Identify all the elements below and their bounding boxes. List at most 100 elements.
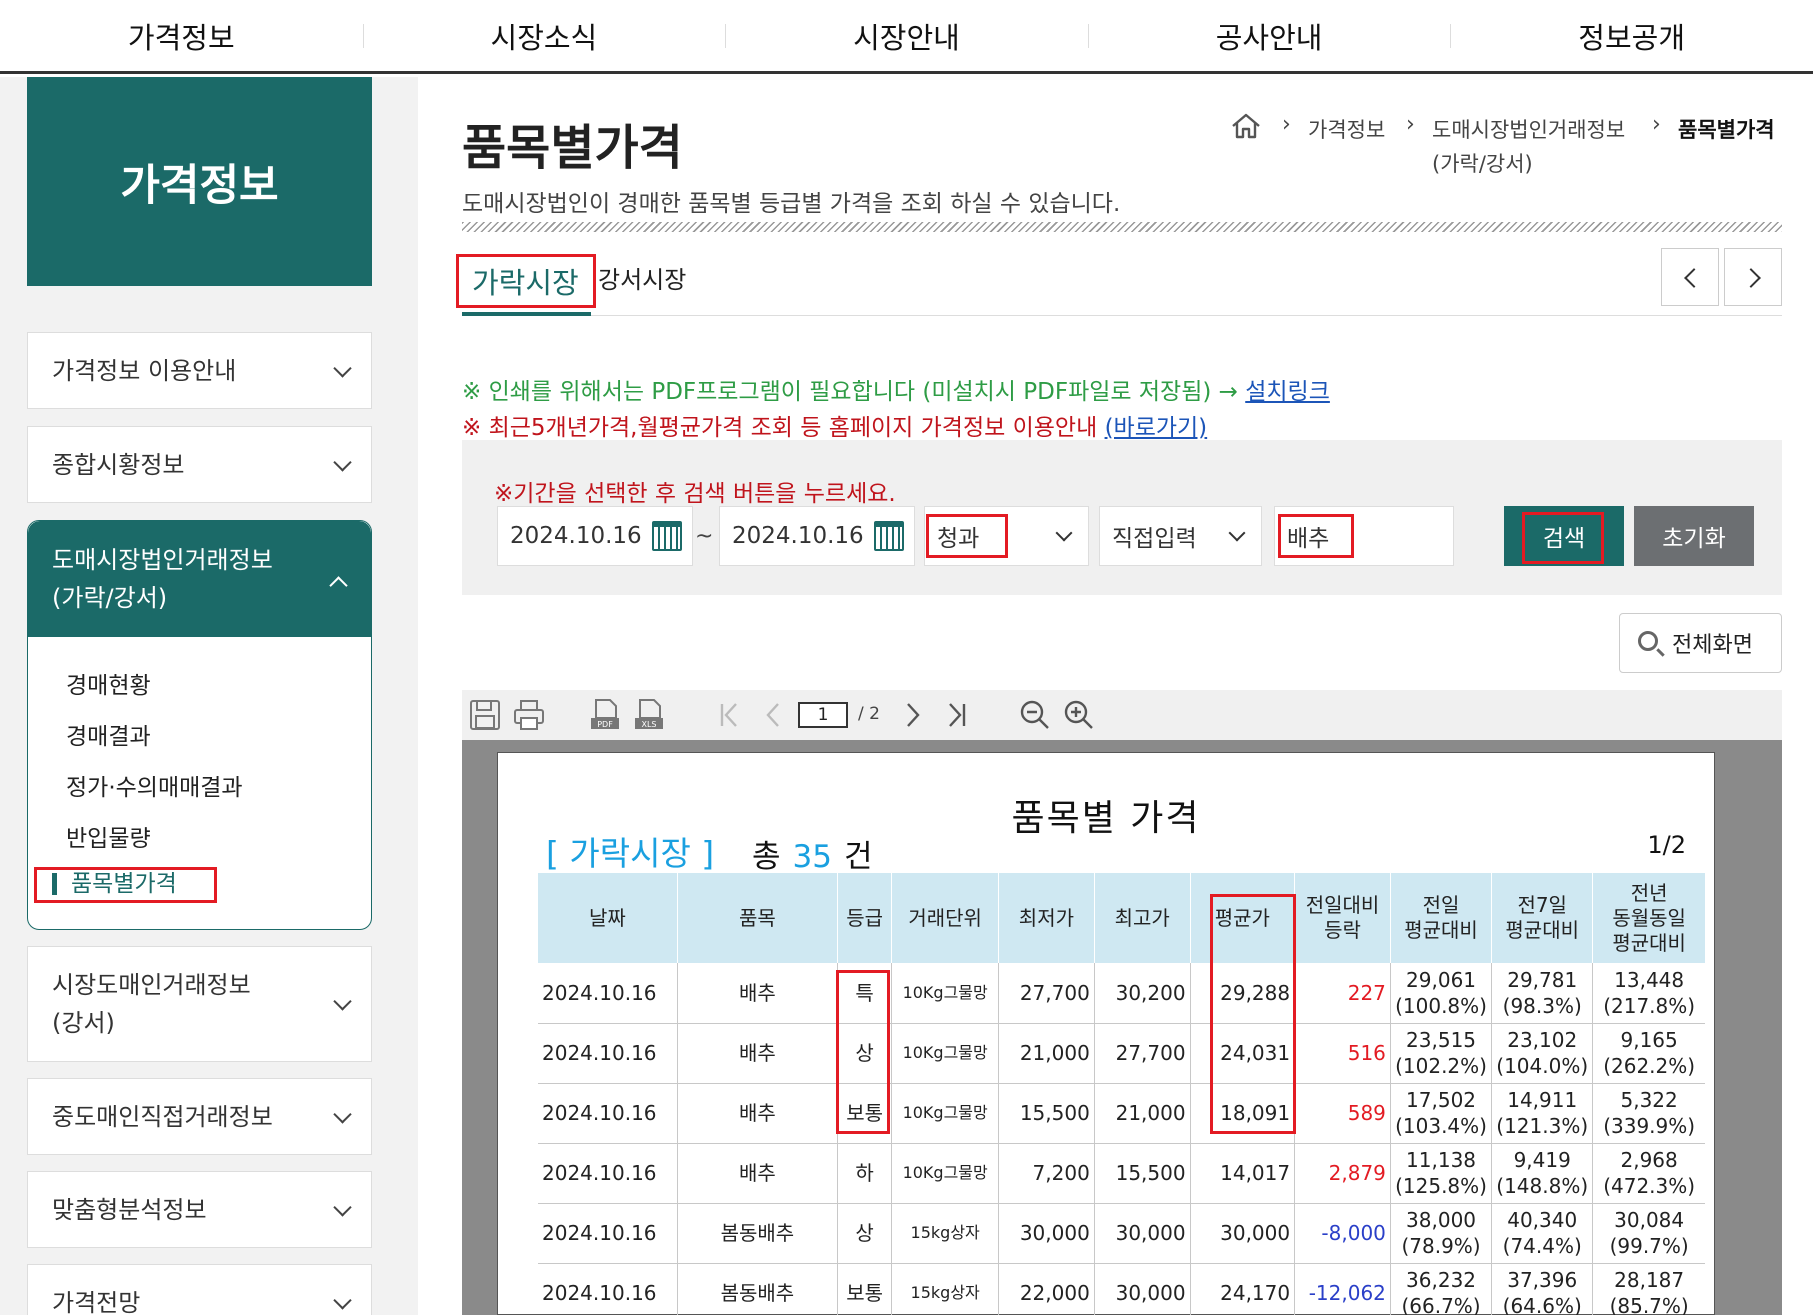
- cell-prev7-value: 14,911: [1507, 1088, 1578, 1112]
- item-input[interactable]: 배추: [1274, 506, 1454, 566]
- table-row: 2024.10.16 봄동배추 보통 15kg상자 22,000 30,000 24,170…: [538, 1263, 1705, 1315]
- sidebar-section-wholesale-corp: 도매시장법인거래정보 (가락/강서) 경매현황 경매결과 정가·수의매매결과 반입…: [27, 520, 372, 930]
- cell-prev-year: 5,322 (339.9%): [1592, 1083, 1705, 1144]
- save-icon[interactable]: [468, 698, 502, 732]
- sidebar-item-price-forecast[interactable]: 가격전망: [27, 1264, 372, 1315]
- cell-prev-year: 13,448 (217.8%): [1592, 963, 1705, 1024]
- topnav-item-market-guide[interactable]: 시장안내: [725, 0, 1088, 71]
- sidebar-item-label: 가격전망: [52, 1288, 141, 1315]
- cell-prev-day-value: 29,061: [1406, 967, 1477, 992]
- topnav-item-market-news[interactable]: 시장소식: [362, 0, 726, 71]
- sidebar-section-header[interactable]: 도매시장법인거래정보 (가락/강서): [28, 521, 371, 637]
- cell-prev7: 37,396 (64.6%): [1491, 1263, 1594, 1315]
- report-page: 품목별 가격 [ 가락시장 ] 총 35 건 1/2 날짜 품목 등급 거래단위 최저가 최고…: [497, 752, 1715, 1315]
- cell-prev7-value: 40,340: [1507, 1208, 1578, 1232]
- cell-prev-year-percent: (99.7%): [1609, 1234, 1689, 1258]
- cell-prev7-percent: (64.6%): [1502, 1294, 1582, 1315]
- xls-export-icon[interactable]: XLS: [632, 698, 666, 732]
- breadcrumb-item[interactable]: 가격정보: [1308, 114, 1385, 144]
- pdf-export-icon[interactable]: PDF: [588, 698, 622, 732]
- sidebar-item-usage-guide[interactable]: 가격정보 이용안내: [27, 332, 372, 409]
- cell-prev-day: 11,138 (125.8%): [1390, 1143, 1493, 1204]
- fullscreen-label: 전체화면: [1672, 633, 1753, 658]
- topnav-item-price-info[interactable]: 가격정보: [0, 0, 363, 71]
- cell-prev-year-percent: (85.7%): [1609, 1294, 1689, 1315]
- fullscreen-button[interactable]: 전체화면: [1619, 613, 1782, 673]
- sidebar-item-intermediate-direct[interactable]: 중도매인직접거래정보: [27, 1078, 372, 1155]
- cell-prev-day-value: 17,502: [1406, 1088, 1477, 1112]
- category-select[interactable]: 청과: [924, 506, 1089, 566]
- prev-page-icon[interactable]: [756, 698, 790, 732]
- cell-unit: 15kg상자: [891, 1263, 999, 1315]
- cell-prev-year-percent: (262.2%): [1603, 1054, 1696, 1078]
- input-mode-select[interactable]: 직접입력: [1099, 506, 1262, 566]
- cell-prev-year: 2,968 (472.3%): [1592, 1143, 1705, 1204]
- home-icon[interactable]: [1230, 112, 1262, 140]
- sidebar-subitem-auction-result[interactable]: 경매결과: [66, 717, 151, 751]
- cell-avg-price: 14,017: [1190, 1143, 1296, 1204]
- last-page-icon[interactable]: [940, 698, 974, 732]
- cell-prev-year: 28,187 (85.7%): [1592, 1263, 1705, 1315]
- tab-garak[interactable]: 가락시장: [462, 250, 591, 316]
- cell-grade: 하: [837, 1143, 893, 1204]
- column-header-item: 품목: [677, 873, 838, 963]
- cell-prev7: 23,102 (104.0%): [1491, 1023, 1594, 1084]
- cell-prev-year-value: 28,187: [1614, 1268, 1685, 1292]
- install-link[interactable]: 설치링크: [1245, 379, 1330, 405]
- first-page-icon[interactable]: [712, 698, 746, 732]
- cell-prev-year-value: 9,165: [1620, 1028, 1678, 1052]
- cell-prev7-value: 37,396: [1507, 1268, 1578, 1292]
- sidebar-subitem-inbound-volume[interactable]: 반입물량: [66, 819, 151, 853]
- cell-grade: 특: [837, 963, 893, 1024]
- cell-prev7-percent: (121.3%): [1496, 1114, 1589, 1138]
- next-page-icon[interactable]: [896, 698, 930, 732]
- cell-prev-year-value: 2,968: [1620, 1148, 1678, 1172]
- svg-text:PDF: PDF: [597, 720, 613, 729]
- sidebar-item-market-overview[interactable]: 종합시황정보: [27, 426, 372, 503]
- calendar-icon[interactable]: [652, 521, 682, 551]
- tab-gangseo[interactable]: 강서시장: [598, 260, 686, 295]
- chevron-down-icon: [333, 1104, 352, 1124]
- cell-unit: 15kg상자: [891, 1203, 999, 1264]
- cell-max-price: 21,000: [1094, 1083, 1191, 1144]
- cell-prev-day-percent: (66.7%): [1401, 1294, 1481, 1315]
- column-header-unit: 거래단위: [891, 873, 999, 963]
- cell-prev7: 14,911 (121.3%): [1491, 1083, 1594, 1144]
- cell-prev-year-value: 30,084: [1614, 1208, 1685, 1232]
- cell-max-price: 15,500: [1094, 1143, 1191, 1204]
- cell-prev-year-percent: (472.3%): [1603, 1174, 1696, 1198]
- table-row: 2024.10.16 봄동배추 상 15kg상자 30,000 30,000 30,000-…: [538, 1203, 1705, 1264]
- cell-diff: 589: [1294, 1083, 1391, 1144]
- breadcrumb-current: 품목별가격: [1678, 118, 1775, 142]
- cell-diff: -8,000: [1294, 1203, 1391, 1264]
- next-arrow-button[interactable]: [1724, 248, 1782, 306]
- breadcrumb-item[interactable]: 도매시장법인거래정보: [1432, 114, 1625, 144]
- column-header-prev-year: 전년 동월동일 평균대비: [1592, 873, 1705, 963]
- sidebar-item-custom-analysis[interactable]: 맞춤형분석정보: [27, 1171, 372, 1248]
- sidebar-subitem-fixed-price-result[interactable]: 정가·수의매매결과: [66, 768, 243, 802]
- topnav-item-disclosure[interactable]: 정보공개: [1450, 0, 1813, 71]
- cell-prev-day-percent: (103.4%): [1395, 1114, 1487, 1138]
- cell-max-price: 30,000: [1094, 1263, 1191, 1315]
- sidebar-subitem-item-price[interactable]: 품목별가격: [52, 873, 177, 896]
- sidebar-item-market-wholesaler[interactable]: 시장도매인거래정보 (강서): [27, 946, 372, 1062]
- sidebar-subitem-auction-status[interactable]: 경매현황: [66, 666, 151, 700]
- search-button[interactable]: 검색: [1504, 506, 1624, 566]
- report-page-indicator: 1/2: [1647, 831, 1686, 859]
- guide-link[interactable]: (바로가기): [1105, 415, 1208, 441]
- cell-diff: 227: [1294, 963, 1391, 1024]
- reset-button[interactable]: 초기화: [1634, 506, 1754, 566]
- prev-arrow-button[interactable]: [1661, 248, 1719, 306]
- zoom-out-icon[interactable]: [1018, 698, 1052, 732]
- chevron-down-icon: [333, 1197, 352, 1217]
- cell-min-price: 22,000: [998, 1263, 1095, 1315]
- table-body: 2024.10.16 배추 특 10Kg그물망 27,700 30,200 29,288 22…: [538, 963, 1705, 1315]
- zoom-in-icon[interactable]: [1062, 698, 1096, 732]
- calendar-icon[interactable]: [874, 521, 904, 551]
- print-icon[interactable]: [512, 698, 546, 732]
- date-from-field[interactable]: 2024.10.16: [497, 506, 693, 566]
- page-number-input[interactable]: 1: [798, 702, 848, 728]
- date-to-field[interactable]: 2024.10.16: [719, 506, 915, 566]
- cell-prev7: 29,781 (98.3%): [1491, 963, 1594, 1024]
- topnav-item-corp-guide[interactable]: 공사안내: [1087, 0, 1451, 71]
